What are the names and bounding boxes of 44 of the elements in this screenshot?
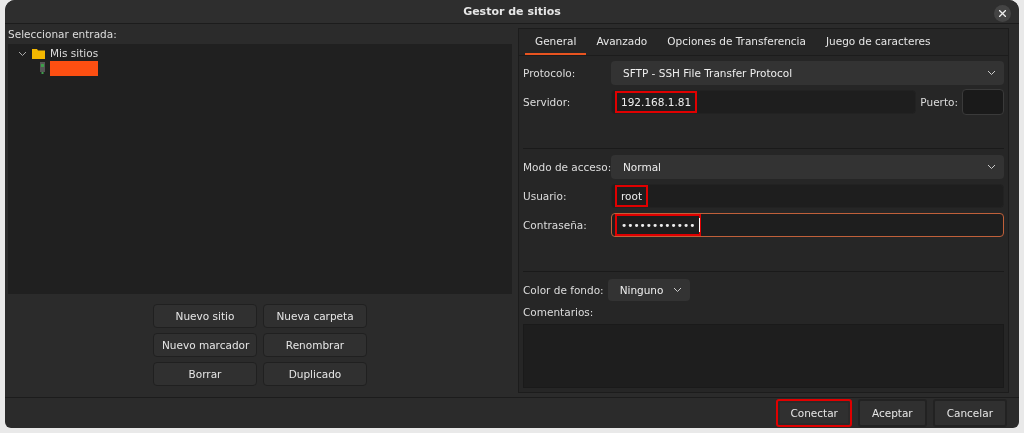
tab[interactable]: Opciones de Transferencia — [657, 28, 816, 55]
field-label: Color de fondo: — [523, 283, 604, 296]
field-label: Contraseña: — [523, 218, 588, 231]
access-dropdown[interactable]: Normal — [611, 154, 1004, 179]
field-label: Comentarios: — [523, 305, 595, 318]
folder-icon — [32, 47, 45, 59]
protocol-dropdown[interactable]: SFTP - SSH File Transfer Protocol — [611, 60, 1004, 85]
action-button[interactable]: Nuevo marcador — [153, 332, 257, 357]
text-cursor-icon — [699, 217, 702, 232]
field-label: Puerto: — [920, 95, 958, 108]
close-icon — [999, 10, 1006, 17]
text-field[interactable]: •••••••••••• — [611, 212, 1004, 237]
action-button[interactable]: Nueva carpeta — [263, 303, 367, 328]
color-dropdown[interactable]: Ninguno — [607, 278, 691, 301]
dropdown-value: Normal — [622, 159, 662, 175]
dropdown-value: Ninguno — [618, 282, 665, 298]
field-value: •••••••••••• — [617, 215, 700, 234]
chevron-down-icon — [987, 69, 996, 76]
action-button[interactable]: Nuevo sitio — [153, 303, 257, 328]
field-label: Usuario: — [523, 189, 568, 202]
tab[interactable]: Juego de caracteres — [815, 28, 941, 55]
dialog-button[interactable]: Cancelar — [932, 398, 1007, 427]
field-label: Protocolo: — [523, 66, 577, 79]
tree-item[interactable]: Mis sitios — [50, 47, 99, 60]
chevron-down-icon — [673, 286, 683, 293]
dropdown-value: SFTP - SSH File Transfer Protocol — [622, 65, 794, 81]
tab[interactable]: Avanzado — [586, 28, 658, 55]
dialog-button[interactable]: Aceptar — [857, 398, 927, 427]
window-title: Gestor de sitios — [463, 4, 561, 18]
section-label: Seleccionar entrada: — [8, 27, 118, 40]
server-icon — [40, 62, 45, 75]
close-button[interactable] — [994, 5, 1011, 22]
field-label: Servidor: — [523, 95, 572, 108]
text-field[interactable]: 192.168.1.81 — [611, 89, 917, 114]
tab[interactable]: General — [525, 28, 587, 55]
port-field[interactable] — [962, 88, 1004, 115]
action-button[interactable]: Borrar — [153, 361, 257, 386]
action-button[interactable]: Duplicado — [263, 361, 367, 386]
action-button[interactable]: Renombrar — [263, 332, 367, 357]
text-field[interactable]: root — [611, 183, 1004, 208]
chevron-down-icon — [987, 163, 996, 170]
dialog-button[interactable]: Conectar — [776, 398, 852, 427]
field-value: root — [617, 186, 647, 205]
field-value: 192.168.1.81 — [617, 92, 696, 111]
